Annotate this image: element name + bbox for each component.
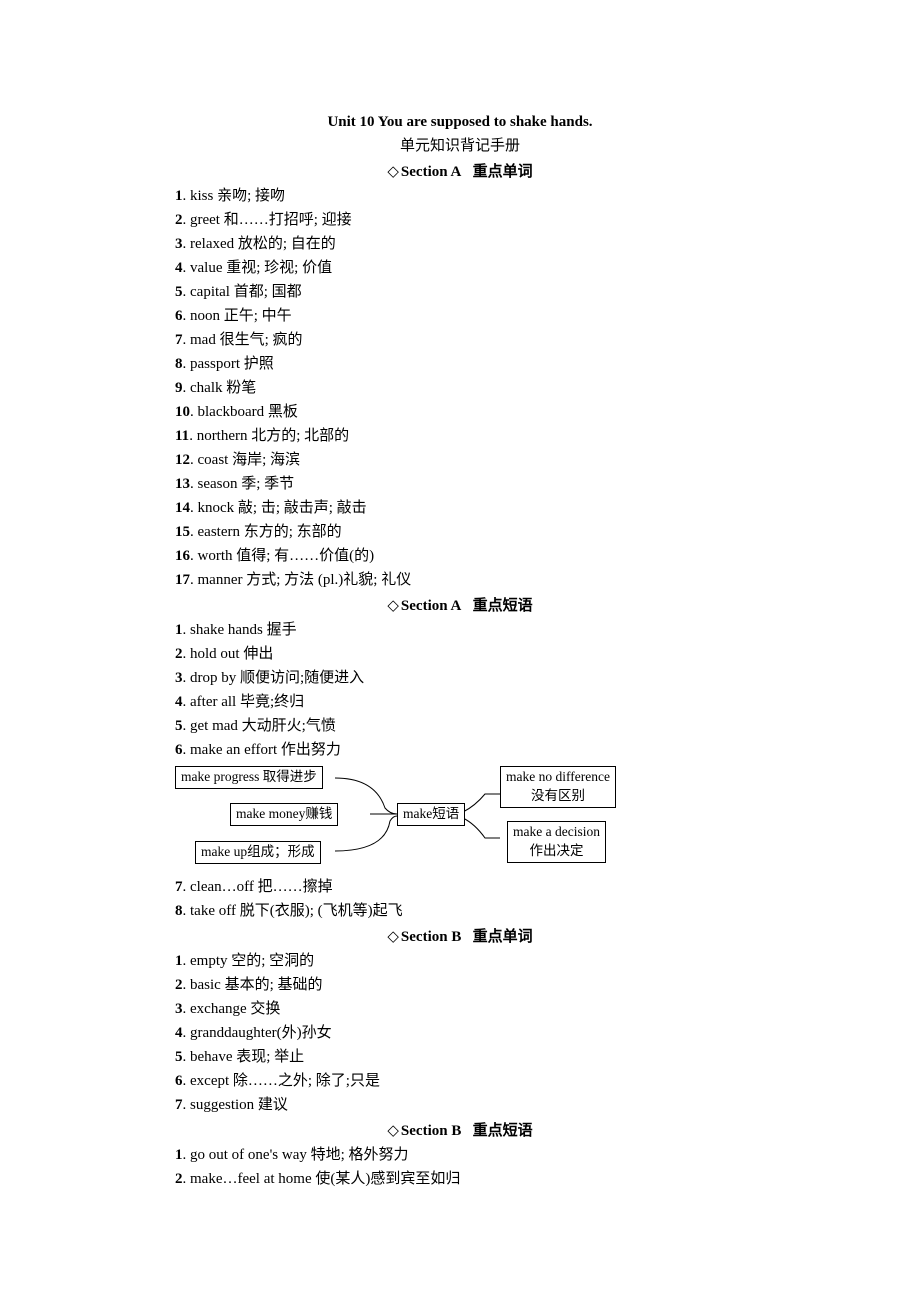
list-item: 8. take off 脱下(衣服); (飞机等)起飞 (175, 899, 745, 923)
diamond-icon: ◇ (387, 929, 399, 945)
list-item: 8. passport 护照 (175, 352, 745, 376)
list-item: 3. drop by 顺便访问;随便进入 (175, 666, 745, 690)
list-item: 1. empty 空的; 空洞的 (175, 949, 745, 973)
list-item: 14. knock 敲; 击; 敲击声; 敲击 (175, 496, 745, 520)
section-heading: ◇Section A 重点单词 (175, 160, 745, 184)
list-item: 9. chalk 粉笔 (175, 376, 745, 400)
section-heading-tail: 重点短语 (473, 598, 533, 614)
section-heading-tail: 重点短语 (473, 1123, 533, 1139)
list-item: 5. capital 首都; 国都 (175, 280, 745, 304)
list-item: 12. coast 海岸; 海滨 (175, 448, 745, 472)
diagram-box: make progress 取得进步 (175, 766, 323, 789)
unit-title: Unit 10 You are supposed to shake hands. (175, 110, 745, 134)
list-item: 2. make…feel at home 使(某人)感到宾至如归 (175, 1167, 745, 1191)
list-item: 6. make an effort 作出努力 (175, 738, 745, 762)
list-item: 4. after all 毕竟;终归 (175, 690, 745, 714)
diagram-box: make no difference没有区别 (500, 766, 616, 808)
list-item: 2. hold out 伸出 (175, 642, 745, 666)
list-item: 5. behave 表现; 举止 (175, 1045, 745, 1069)
list-item: 6. except 除……之外; 除了;只是 (175, 1069, 745, 1093)
document-page: Unit 10 You are supposed to shake hands.… (0, 0, 920, 1302)
section-heading-tail: 重点单词 (473, 164, 533, 180)
list-item: 7. clean…off 把……擦掉 (175, 875, 745, 899)
vocab-list-a: 1. kiss 亲吻; 接吻 2. greet 和……打招呼; 迎接 3. re… (175, 184, 745, 592)
section-heading: ◇Section B 重点短语 (175, 1119, 745, 1143)
diamond-icon: ◇ (387, 598, 399, 614)
section-heading: ◇Section B 重点单词 (175, 925, 745, 949)
list-item: 10. blackboard 黑板 (175, 400, 745, 424)
list-item: 4. granddaughter(外)孙女 (175, 1021, 745, 1045)
diamond-icon: ◇ (387, 164, 399, 180)
section-heading: ◇Section A 重点短语 (175, 594, 745, 618)
diamond-icon: ◇ (387, 1123, 399, 1139)
list-item: 7. mad 很生气; 疯的 (175, 328, 745, 352)
vocab-list-b: 1. empty 空的; 空洞的 2. basic 基本的; 基础的 3. ex… (175, 949, 745, 1117)
list-item: 4. value 重视; 珍视; 价值 (175, 256, 745, 280)
list-item: 3. relaxed 放松的; 自在的 (175, 232, 745, 256)
list-item: 6. noon 正午; 中午 (175, 304, 745, 328)
section-heading-main: Section B (401, 1123, 461, 1139)
list-item: 1. kiss 亲吻; 接吻 (175, 184, 745, 208)
unit-subtitle: 单元知识背记手册 (175, 134, 745, 158)
list-item: 17. manner 方式; 方法 (pl.)礼貌; 礼仪 (175, 568, 745, 592)
section-heading-tail: 重点单词 (473, 929, 533, 945)
list-item: 2. basic 基本的; 基础的 (175, 973, 745, 997)
phrase-list-b: 1. go out of one's way 特地; 格外努力 2. make…… (175, 1143, 745, 1191)
list-item: 15. eastern 东方的; 东部的 (175, 520, 745, 544)
section-heading-main: Section B (401, 929, 461, 945)
list-item: 13. season 季; 季节 (175, 472, 745, 496)
list-item: 7. suggestion 建议 (175, 1093, 745, 1117)
phrase-list-a: 1. shake hands 握手 2. hold out 伸出 3. drop… (175, 618, 745, 762)
list-item: 3. exchange 交换 (175, 997, 745, 1021)
list-item: 1. shake hands 握手 (175, 618, 745, 642)
section-heading-main: Section A (401, 164, 461, 180)
list-item: 1. go out of one's way 特地; 格外努力 (175, 1143, 745, 1167)
diagram-box: make a decision作出决定 (507, 821, 606, 863)
list-item: 2. greet 和……打招呼; 迎接 (175, 208, 745, 232)
diagram-box: make up组成；形成 (195, 841, 321, 864)
list-item: 16. worth 值得; 有……价值(的) (175, 544, 745, 568)
list-item: 11. northern 北方的; 北部的 (175, 424, 745, 448)
diagram-center: make短语 (397, 803, 465, 826)
diagram-box: make money赚钱 (230, 803, 338, 826)
list-item: 5. get mad 大动肝火;气愤 (175, 714, 745, 738)
make-phrase-diagram: make progress 取得进步 make money赚钱 make up组… (175, 766, 635, 871)
phrase-list-a-cont: 7. clean…off 把……擦掉 8. take off 脱下(衣服); (… (175, 875, 745, 923)
section-heading-main: Section A (401, 598, 461, 614)
